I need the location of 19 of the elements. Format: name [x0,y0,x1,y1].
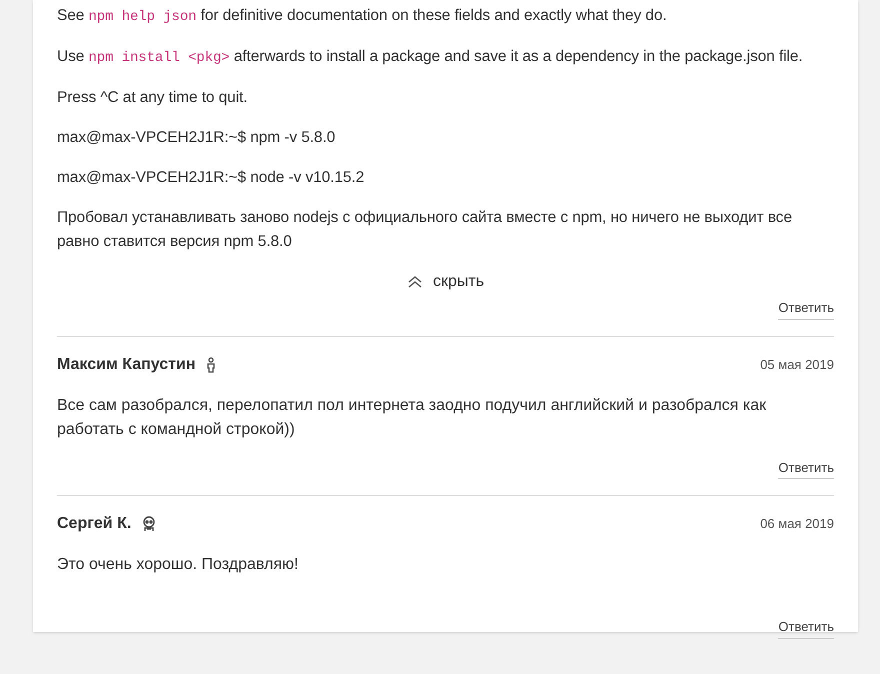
author-name: Сергей К. [57,514,132,534]
post-paragraph: max@max-VPCEH2J1R:~$ npm -v 5.8.0 [57,128,336,148]
post-paragraph: See npm help json for definitive documentation on these fields and exactly what they do. [57,6,668,27]
post-paragraph: Use npm install <pkg> afterwards to install a package and save it as a dependency in the package.json file. [57,47,804,68]
robot-icon [141,516,158,532]
reply-link[interactable]: Ответить [778,617,834,638]
post-paragraph: max@max-VPCEH2J1R:~$ node -v v10.15.2 [57,168,366,188]
post-paragraph: Пробовал устанавливать заново nodejs с официального сайта вместе с npm, но ничего не выходит все равно ставится версия npm 5.8.0 [57,208,793,252]
collapse-button[interactable]: скрыть [406,270,484,294]
comment-date: 05 мая 2019 [760,356,834,374]
person-icon [206,356,216,372]
post-paragraph: Press ^C at any time to quit. [57,88,248,108]
double-chevron-up-icon [406,276,423,288]
author-name: Максим Капустин [57,354,196,374]
comment-text: Все сам разобрался, перелопатил пол интернета заодно подучил английский и разобрался как работать с командной строкой)) [57,396,768,440]
comment-date: 06 мая 2019 [760,515,834,534]
reply-link[interactable]: Ответить [778,298,834,320]
reply-link[interactable]: Ответить [778,458,834,479]
comment-text: Это очень хорошо. Поздравляю! [57,555,300,575]
